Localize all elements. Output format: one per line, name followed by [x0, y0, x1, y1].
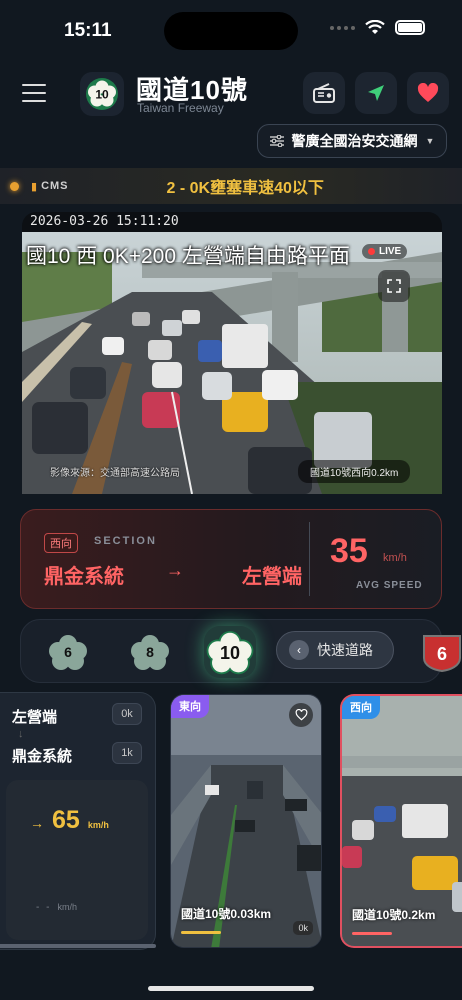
freeway-10-button[interactable]: 10: [206, 628, 254, 676]
expand-icon: [387, 279, 401, 293]
avg-speed-label: AVG SPEED: [356, 580, 423, 591]
location-button[interactable]: [355, 72, 397, 114]
speed-indicator-bar: [352, 932, 392, 935]
segment-to: 鼎金系統: [12, 748, 73, 765]
expressway-toggle[interactable]: ‹ 快速道路: [276, 631, 394, 669]
radio-button[interactable]: [303, 72, 345, 114]
segment-progress: [0, 944, 156, 948]
live-label: LIVE: [379, 246, 402, 257]
freeway-8-button[interactable]: 8: [130, 632, 170, 672]
camera-source: 影像來源：交通部高速公路局: [50, 468, 180, 479]
status-time: 15:11: [64, 20, 112, 41]
segment-speed-unit: km/h: [87, 820, 109, 830]
freeway-number: 10: [219, 643, 241, 663]
freeway-number: 6: [64, 644, 72, 660]
dynamic-island: [164, 12, 298, 50]
app-logo: 10: [80, 72, 124, 116]
radio-station-selector[interactable]: 警廣全國治安交通網 ▼: [257, 124, 447, 158]
battery-icon: [395, 20, 425, 35]
camera-overlay-title: 國10 西 0K+200 左營端自由路平面: [26, 245, 350, 268]
segment-speed: → 65 km/h: [30, 806, 109, 835]
freeway-edge-badge[interactable]: 6: [420, 632, 462, 672]
cms-message: 2 - 0K壅塞車速40以下: [166, 180, 324, 197]
favorite-button[interactable]: [289, 703, 313, 727]
camera-card-km: 0k: [293, 921, 313, 935]
cms-ticker[interactable]: ▮ CMS 2 - 0K壅塞車速40以下: [0, 168, 462, 204]
freeway-shield-icon: 6: [423, 635, 461, 672]
camera-card-location: 國道10號0.2km: [352, 908, 436, 922]
cellular-icon: [330, 25, 355, 30]
cms-status-dot: [10, 181, 19, 191]
radio-station-label: 警廣全國治安交通網: [291, 133, 418, 149]
camera-timestamp: 2026-03-26 15:11:20: [30, 214, 179, 229]
favorites-button[interactable]: [407, 72, 449, 114]
direction-tag: 東向: [171, 695, 209, 718]
camera-location: 國道10號西向0.2km: [298, 460, 411, 483]
status-icons: [330, 20, 425, 35]
fullscreen-button[interactable]: [378, 270, 410, 302]
segment-other-speed-value: - -: [36, 902, 52, 913]
segment-speed-panel: [6, 780, 148, 940]
edge-freeway-number: 6: [437, 644, 447, 664]
km-badge: 0k: [112, 703, 142, 725]
sliders-icon: [269, 135, 284, 147]
home-indicator[interactable]: [148, 986, 314, 991]
section-speed-unit: km/h: [383, 552, 407, 564]
segment-speed-value: 65: [52, 806, 80, 834]
wifi-icon: [365, 20, 385, 34]
freeway-number: 8: [146, 644, 154, 660]
cms-label: CMS: [41, 180, 69, 192]
segment-from: 左營端: [12, 709, 58, 726]
chevron-down-icon: ▼: [425, 136, 435, 146]
section-to: 左營端: [242, 566, 302, 588]
navigation-arrow-icon: [368, 85, 384, 101]
camera-card-selected[interactable]: 西向 國道10號0.2km: [340, 694, 462, 948]
segment-other-speed: - - km/h: [36, 902, 77, 913]
km-badge: 1k: [112, 742, 142, 764]
section-card[interactable]: [20, 509, 442, 609]
chevron-left-icon: ‹: [289, 640, 309, 660]
section-from: 鼎金系統: [44, 566, 124, 588]
app-subtitle: Taiwan Freeway: [137, 101, 224, 115]
freeway-6-button[interactable]: 6: [48, 632, 88, 672]
camera-card-location: 國道10號0.03km: [181, 907, 272, 921]
radio-icon: [313, 83, 335, 103]
logo-number: 10: [95, 88, 109, 102]
camera-card[interactable]: 東向 國道10號0.03km 0k: [170, 694, 322, 948]
menu-button[interactable]: [22, 84, 46, 102]
segment-other-speed-unit: km/h: [57, 902, 77, 912]
freeway-shield-icon: 10: [86, 78, 118, 110]
section-speed: 35: [330, 532, 368, 570]
live-badge: LIVE: [362, 244, 408, 259]
speed-indicator-bar: [181, 931, 221, 934]
expressway-label: 快速道路: [317, 642, 373, 658]
direction-tag: 西向: [342, 696, 380, 719]
section-label: SECTION: [94, 535, 157, 547]
direction-badge: 西向: [44, 533, 78, 553]
camera-image[interactable]: [22, 232, 442, 494]
cms-sign-icon: ▮: [31, 180, 38, 193]
arrow-right-icon: →: [166, 560, 184, 580]
heart-icon: [417, 83, 439, 102]
arrow-right-icon: →: [30, 815, 44, 831]
divider: [309, 522, 310, 596]
arrow-down-icon: ↓: [18, 728, 24, 740]
heart-outline-icon: [295, 709, 307, 721]
